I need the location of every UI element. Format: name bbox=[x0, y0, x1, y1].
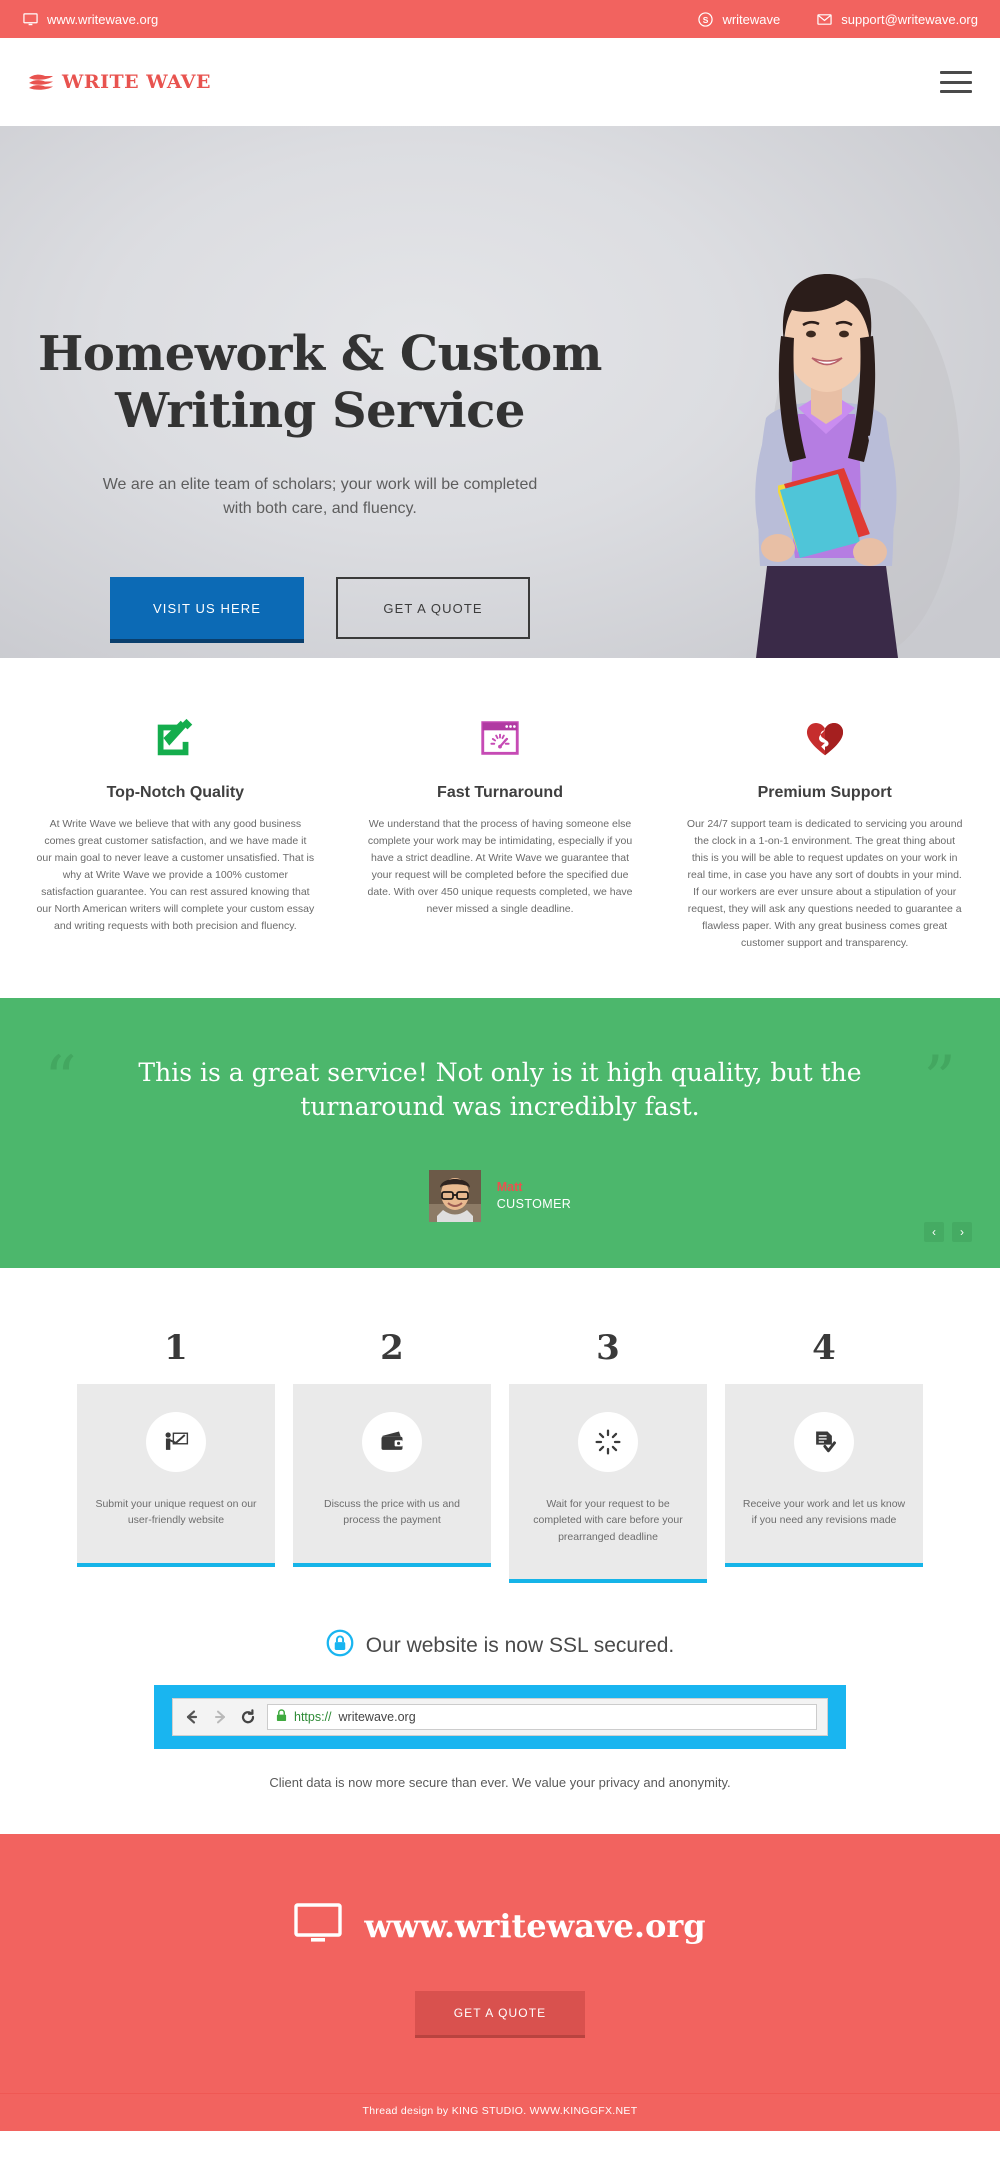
stacked-waves-icon bbox=[28, 72, 54, 92]
pencil-checkbox-icon bbox=[24, 710, 327, 766]
feature-body: Our 24/7 support team is dedicated to se… bbox=[686, 818, 963, 949]
hero-title-line1: Homework & Custom bbox=[38, 326, 602, 382]
testimonial-section: “ This is a great service! Not only is i… bbox=[0, 998, 1000, 1268]
step-number: 4 bbox=[812, 1328, 836, 1368]
ssl-footnote: Client data is now more secure than ever… bbox=[269, 1774, 731, 1790]
landing-page: www.writewave.org S writewave support@wr… bbox=[0, 0, 1000, 2131]
hero-title: Homework & Custom Writing Service bbox=[0, 326, 640, 439]
topbar-contacts: S writewave support@writewave.org bbox=[697, 11, 978, 27]
step-text: Wait for your request to be completed wi… bbox=[533, 1498, 683, 1543]
step-number: 1 bbox=[164, 1328, 188, 1368]
topbar-email[interactable]: support@writewave.org bbox=[816, 11, 978, 27]
url-host: writewave.org bbox=[338, 1709, 416, 1724]
step-card: Receive your work and let us know if you… bbox=[725, 1384, 923, 1567]
browser-toolbar: https:// writewave.org bbox=[172, 1697, 828, 1736]
step-number: 2 bbox=[380, 1328, 404, 1368]
padlock-icon bbox=[276, 1709, 287, 1725]
monitor-icon bbox=[22, 11, 38, 27]
svg-text:S: S bbox=[703, 14, 709, 24]
process-step-2: 2 Discuss the price with us and process … bbox=[293, 1328, 491, 1583]
hamburger-icon[interactable] bbox=[940, 71, 972, 93]
get-a-quote-button-footer[interactable]: GET A QUOTE bbox=[415, 1990, 585, 2035]
arrow-right-icon[interactable] bbox=[211, 1708, 228, 1725]
hero-copy: Homework & Custom Writing Service We are… bbox=[0, 326, 640, 640]
site-logo-text: WRITE WAVE bbox=[62, 71, 211, 93]
feature-title: Top-Notch Quality bbox=[106, 784, 245, 801]
testimonial-author: Matt CUSTOMER bbox=[0, 1170, 1000, 1222]
ssl-heading-row: Our website is now SSL secured. bbox=[0, 1629, 1000, 1663]
lock-circle-icon bbox=[326, 1629, 354, 1663]
feature-title: Fast Turnaround bbox=[437, 784, 563, 801]
features-section: Top-Notch Quality At Write Wave we belie… bbox=[0, 658, 1000, 998]
top-contact-bar: www.writewave.org S writewave support@wr… bbox=[0, 0, 1000, 38]
monitor-icon bbox=[294, 1902, 343, 1951]
step-text: Submit your unique request on our user-f… bbox=[95, 1498, 257, 1527]
presenter-board-icon bbox=[146, 1412, 206, 1472]
hero-student-photo bbox=[680, 218, 972, 658]
feature-body: We understand that the process of having… bbox=[367, 818, 633, 915]
carousel-next-button[interactable]: › bbox=[952, 1222, 972, 1242]
testimonial-author-role: CUSTOMER bbox=[496, 1197, 572, 1211]
document-check-icon bbox=[794, 1412, 854, 1472]
step-number: 3 bbox=[596, 1328, 620, 1368]
step-text: Receive your work and let us know if you… bbox=[742, 1498, 906, 1527]
reload-icon[interactable] bbox=[239, 1708, 256, 1725]
footer-section: www.writewave.org GET A QUOTE bbox=[0, 1833, 1000, 2093]
hero-title-line2: Writing Service bbox=[115, 382, 525, 439]
process-step-1: 1 Submit your unique request on our user… bbox=[77, 1328, 275, 1583]
open-quote-icon: “ bbox=[44, 1043, 77, 1117]
step-card: Wait for your request to be completed wi… bbox=[509, 1384, 707, 1583]
carousel-prev-button[interactable]: ‹ bbox=[924, 1222, 944, 1242]
footer-url-text: www.writewave.org bbox=[364, 1907, 706, 1946]
process-step-4: 4 Receive your work and let us know if y… bbox=[725, 1328, 923, 1583]
ssl-section: Our website is now SSL secured. https://… bbox=[0, 1582, 1000, 1834]
topbar-email-label: support@writewave.org bbox=[841, 11, 978, 27]
testimonial-author-name: Matt bbox=[496, 1180, 523, 1195]
feature-card-quality: Top-Notch Quality At Write Wave we belie… bbox=[24, 710, 327, 952]
process-steps-section: 1 Submit your unique request on our user… bbox=[0, 1268, 1000, 1583]
topbar-skype[interactable]: S writewave bbox=[697, 11, 780, 27]
feature-card-support: Premium Support Our 24/7 support team is… bbox=[673, 710, 976, 952]
process-steps-list: 1 Submit your unique request on our user… bbox=[0, 1328, 1000, 1583]
avatar bbox=[428, 1170, 481, 1222]
step-text: Discuss the price with us and process th… bbox=[324, 1498, 460, 1527]
hero-buttons: VISIT US HERE GET A QUOTE bbox=[0, 577, 640, 640]
step-card: Submit your unique request on our user-f… bbox=[77, 1384, 275, 1567]
process-step-3: 3 Wait for your request to be completed … bbox=[509, 1328, 707, 1583]
heart-ribbon-icon bbox=[673, 710, 976, 766]
hero-subtitle: We are an elite team of scholars; your w… bbox=[102, 476, 538, 518]
testimonial-carousel-nav: ‹ › bbox=[924, 1222, 972, 1242]
footer-url-row[interactable]: www.writewave.org bbox=[0, 1902, 1000, 1951]
wallet-icon bbox=[362, 1412, 422, 1472]
ssl-heading-text: Our website is now SSL secured. bbox=[365, 1633, 675, 1657]
site-logo[interactable]: WRITE WAVE bbox=[28, 71, 211, 93]
browser-speedometer-icon bbox=[349, 710, 652, 766]
footer-credit: Thread design by KING STUDIO. WWW.KINGGF… bbox=[0, 2092, 1000, 2131]
envelope-icon bbox=[816, 11, 832, 27]
feature-card-turnaround: Fast Turnaround We understand that the p… bbox=[349, 710, 652, 952]
feature-body: At Write Wave we believe that with any g… bbox=[36, 818, 315, 932]
arrow-left-icon[interactable] bbox=[183, 1708, 200, 1725]
feature-title: Premium Support bbox=[757, 784, 892, 801]
close-quote-icon: ” bbox=[923, 1043, 956, 1117]
topbar-skype-label: writewave bbox=[722, 11, 781, 27]
hero-section: Homework & Custom Writing Service We are… bbox=[0, 126, 1000, 658]
topbar-site-label: www.writewave.org bbox=[47, 11, 159, 27]
testimonial-quote-row: “ This is a great service! Not only is i… bbox=[0, 1043, 1000, 1124]
ssl-browser-bar: https:// writewave.org bbox=[154, 1684, 846, 1749]
url-input[interactable]: https:// writewave.org bbox=[267, 1703, 817, 1730]
loading-spinner-icon bbox=[578, 1412, 638, 1472]
visit-us-button[interactable]: VISIT US HERE bbox=[110, 577, 304, 640]
skype-icon: S bbox=[697, 11, 713, 27]
get-a-quote-button-hero[interactable]: GET A QUOTE bbox=[336, 577, 530, 640]
testimonial-text: This is a great service! Not only is it … bbox=[138, 1058, 862, 1121]
site-header: WRITE WAVE bbox=[0, 38, 1000, 126]
url-scheme: https:// bbox=[294, 1709, 332, 1724]
step-card: Discuss the price with us and process th… bbox=[293, 1384, 491, 1567]
topbar-site[interactable]: www.writewave.org bbox=[22, 11, 158, 27]
testimonial-author-meta: Matt CUSTOMER bbox=[497, 1179, 572, 1213]
